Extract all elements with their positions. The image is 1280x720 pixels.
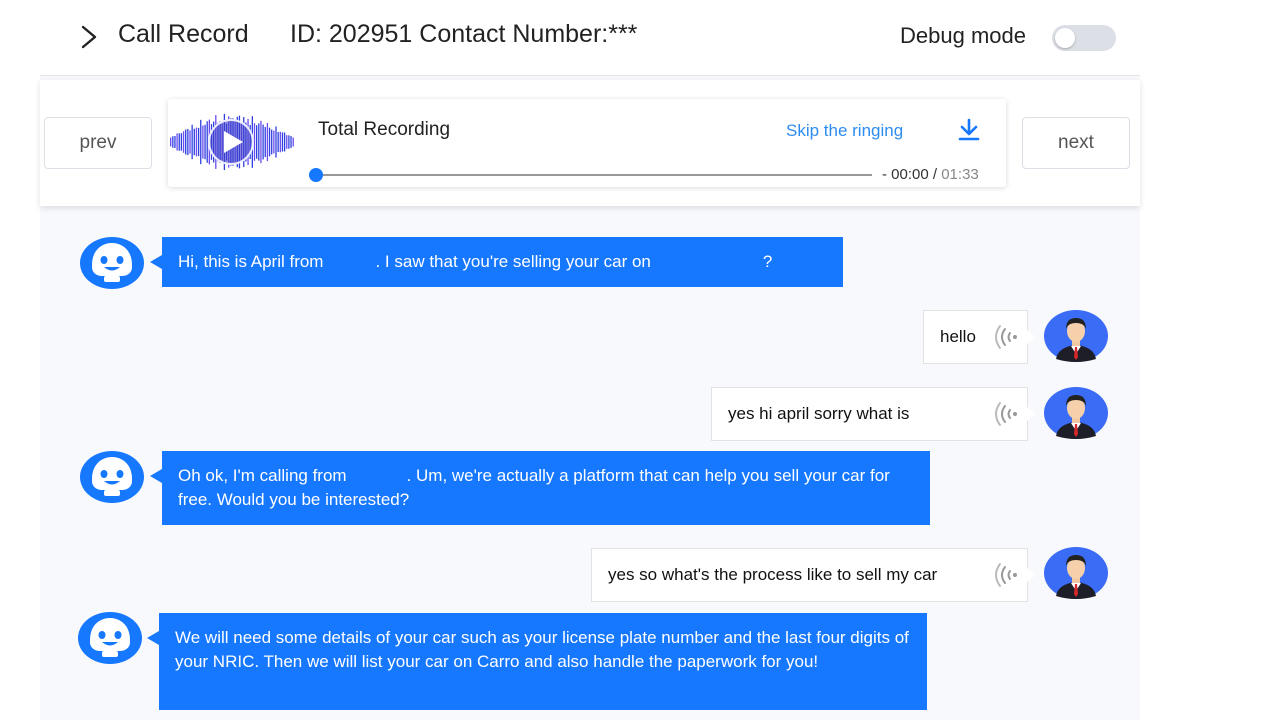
progress-track[interactable]	[316, 174, 872, 176]
waveform-bar	[172, 136, 174, 148]
waveform-bar	[204, 124, 206, 160]
download-icon[interactable]	[956, 117, 982, 143]
sound-wave-icon[interactable]	[993, 324, 1019, 350]
waveform-bar	[185, 129, 187, 155]
waveform-bar	[176, 133, 178, 151]
prev-button[interactable]: prev	[44, 117, 152, 169]
user-avatar-icon	[1044, 546, 1108, 600]
waveform-bar	[197, 127, 200, 157]
message-text: We will need some details of your car su…	[175, 628, 909, 671]
message-text: Oh ok, I'm calling from	[178, 466, 347, 485]
bot-message: We will need some details of your car su…	[147, 613, 927, 710]
waveform-bar	[273, 130, 275, 154]
waveform-bar	[189, 130, 191, 154]
waveform-bar	[178, 133, 180, 151]
message-text: hello	[940, 327, 976, 346]
waveform-bar	[195, 127, 198, 157]
waveform-bar	[262, 124, 264, 160]
waveform-bar	[266, 122, 269, 162]
waveform-bar	[281, 132, 284, 152]
next-button[interactable]: next	[1022, 117, 1130, 169]
message-text: . I saw that you're selling your car on	[375, 252, 651, 271]
waveform-bar	[202, 125, 204, 159]
waveform-bar	[288, 135, 290, 149]
message-text: ?	[762, 252, 773, 271]
message-text: yes hi april sorry what is	[728, 404, 910, 423]
waveform-bar	[193, 128, 195, 156]
user-message: yes so what's the process like to sell m…	[591, 548, 1036, 602]
waveform-bar	[290, 136, 292, 148]
audio-player: Total Recording Skip the ringing - 00:00…	[168, 99, 1006, 187]
waveform-bar	[253, 123, 256, 161]
bot-avatar-icon	[80, 236, 144, 290]
skip-ringing-link[interactable]: Skip the ringing	[786, 121, 903, 141]
page-title: Call Record	[118, 20, 249, 48]
waveform-bar	[283, 132, 286, 152]
bot-avatar-icon	[80, 450, 144, 504]
user-avatar-icon	[1044, 386, 1108, 440]
toggle-knob	[1055, 28, 1075, 48]
message-text: Hi, this is April from	[178, 252, 324, 271]
bot-message: Oh ok, I'm calling from. Um, we're actua…	[150, 451, 930, 525]
waveform-bar	[170, 137, 172, 147]
bot-avatar-icon	[78, 611, 142, 665]
user-message: hello	[923, 310, 1036, 364]
sound-wave-icon[interactable]	[993, 401, 1019, 427]
waveform-bar	[174, 135, 176, 149]
waveform-bar	[268, 127, 271, 157]
user-message: yes hi april sorry what is	[711, 387, 1036, 441]
bot-message: Hi, this is April from . I saw that you'r…	[150, 237, 843, 287]
user-avatar-icon	[1044, 309, 1108, 363]
waveform-bar	[200, 119, 202, 165]
waveform-bar	[286, 135, 288, 149]
waveform-bar	[258, 123, 260, 161]
debug-mode-toggle[interactable]	[1052, 25, 1116, 51]
waveform-play-icon[interactable]	[168, 107, 296, 177]
duration: 01:33	[941, 166, 979, 183]
waveform-bar	[279, 131, 281, 153]
record-id-text: ID: 202951 Contact Number:***	[290, 20, 638, 48]
message-text: yes so what's the process like to sell m…	[608, 565, 938, 584]
waveform-bar	[260, 120, 262, 164]
time-display: - 00:00 / 01:33	[882, 166, 979, 183]
waveform-bar	[180, 133, 183, 151]
waveform-bar	[191, 124, 193, 160]
progress-handle[interactable]	[309, 168, 323, 182]
recording-title: Total Recording	[318, 119, 451, 140]
waveform-bar	[182, 131, 185, 153]
waveform-bar	[264, 127, 266, 157]
sound-wave-icon[interactable]	[993, 562, 1019, 588]
waveform-bar	[187, 128, 189, 156]
debug-mode-label: Debug mode	[900, 23, 1026, 48]
current-time: - 00:00 /	[882, 166, 938, 183]
waveform-bar	[271, 129, 273, 155]
chevron-right-icon[interactable]	[78, 24, 100, 50]
waveform-bar	[292, 137, 294, 147]
waveform-bar	[256, 125, 258, 159]
waveform-bar	[275, 126, 277, 158]
waveform-bar	[206, 121, 208, 163]
waveform-bar	[277, 131, 279, 153]
